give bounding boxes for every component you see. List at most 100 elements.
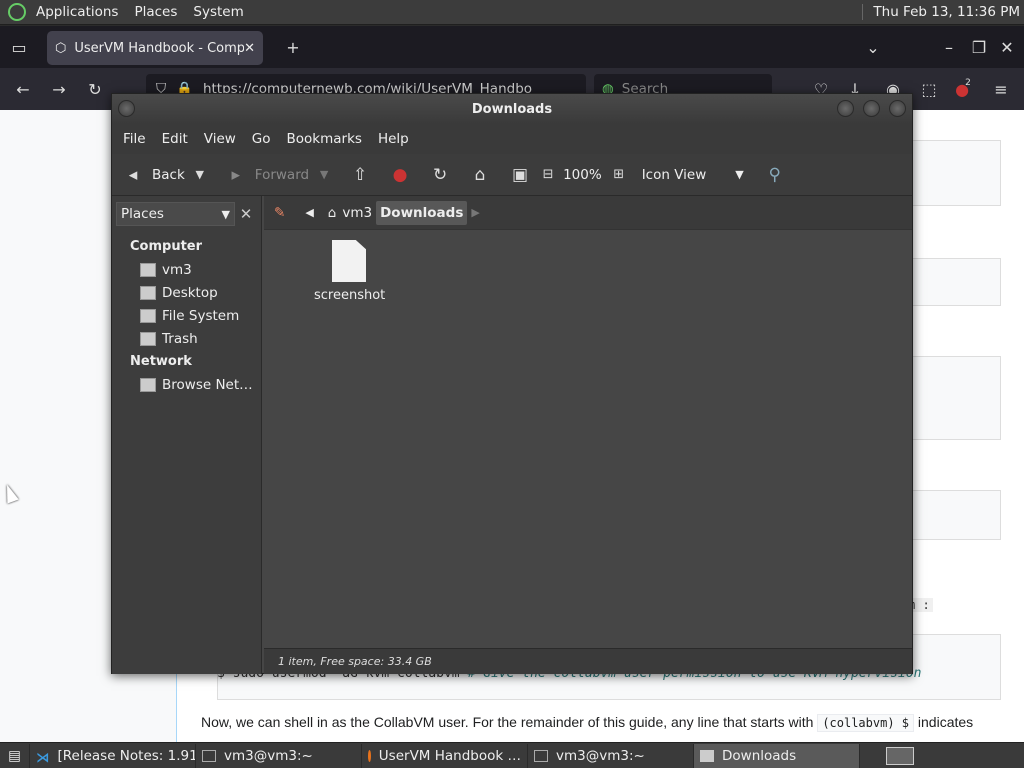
sidebar-item-label: vm3 (162, 261, 192, 278)
menu-help[interactable]: Help (370, 131, 417, 147)
sidebar-item-desktop[interactable]: Desktop (112, 281, 261, 304)
restore-icon[interactable]: ❐ (964, 32, 994, 62)
sidebar-item-vm3[interactable]: vm3 (112, 258, 261, 281)
show-desktop-button[interactable]: ▤ (0, 743, 30, 768)
back-button[interactable]: ◂ Back (118, 164, 189, 186)
reload-icon[interactable]: ↻ (429, 164, 451, 186)
close-window-icon[interactable] (889, 100, 906, 117)
search-icon[interactable]: ⚲ (764, 164, 786, 186)
window-title: Downloads (471, 101, 553, 117)
taskbar-item[interactable]: UserVM Handbook … (362, 743, 528, 768)
menu-go[interactable]: Go (244, 131, 279, 147)
tab-list-icon[interactable]: ▭ (4, 32, 34, 62)
tab-close-icon[interactable]: ✕ (244, 41, 255, 56)
forward-arrow-icon[interactable]: → (44, 74, 74, 104)
close-icon[interactable]: ✕ (992, 32, 1022, 62)
sidebar-item-trash[interactable]: Trash (112, 327, 261, 350)
path-crumb-vm3[interactable]: ⌂ vm3 (324, 201, 376, 225)
menu-bookmarks[interactable]: Bookmarks (279, 131, 370, 147)
path-crumb-label: vm3 (342, 204, 373, 221)
sidebar-item-file-system[interactable]: File System (112, 304, 261, 327)
clock[interactable]: Thu Feb 13, 11:36 PM (873, 4, 1024, 20)
sidebar-item-browse-network[interactable]: Browse Net… (112, 373, 261, 396)
taskbar-item-label: UserVM Handbook … (378, 747, 521, 764)
network-icon (140, 377, 156, 392)
hamburger-menu-icon[interactable]: ≡ (986, 74, 1016, 104)
back-arrow-icon[interactable]: ← (8, 74, 38, 104)
sidebar: Places ▼ ✕ Computer vm3 Desktop File Sys… (112, 196, 262, 674)
site-favicon-icon: ⬡ (55, 40, 67, 56)
ublock-icon[interactable]: ● 2 (948, 74, 978, 104)
file-icon-view[interactable]: screenshot (264, 230, 912, 648)
chevron-down-icon[interactable]: ⌄ (858, 32, 888, 62)
menu-edit[interactable]: Edit (154, 131, 196, 147)
file-manager-window: Downloads File Edit View Go Bookmarks He… (111, 93, 913, 674)
places-menu[interactable]: Places (126, 4, 185, 20)
trash-icon (140, 331, 156, 346)
minimize-window-icon[interactable] (837, 100, 854, 117)
sidebar-header: Places ▼ ✕ (116, 201, 257, 227)
edit-location-icon[interactable]: ✎ (270, 201, 289, 225)
forward-button[interactable]: ▸ Forward (221, 164, 313, 186)
sidebar-item-label: Desktop (162, 284, 218, 301)
show-desktop-icon: ▤ (8, 747, 21, 764)
home-folder-icon (140, 262, 156, 277)
paragraph-text-end: indicates (917, 714, 974, 730)
taskbar-item[interactable]: ⋊ [Release Notes: 1.91… (30, 743, 196, 768)
taskbar-item[interactable]: Downloads (694, 743, 860, 768)
window-menu-icon[interactable] (118, 100, 135, 117)
close-sidebar-icon[interactable]: ✕ (235, 203, 257, 225)
up-arrow-icon[interactable]: ⇧ (349, 164, 371, 186)
document-file-icon (332, 240, 366, 282)
minimize-icon[interactable]: – (934, 32, 964, 62)
taskbar-item-label: vm3@vm3:~ (556, 747, 645, 764)
vscode-icon: ⋊ (36, 749, 50, 766)
file-item[interactable]: screenshot (314, 240, 385, 303)
browser-tab[interactable]: ⬡ UserVM Handbook - Compu ✕ (47, 31, 263, 65)
terminal-icon (534, 749, 548, 762)
gnome-foot-icon[interactable] (8, 3, 26, 21)
back-history-dropdown-icon[interactable]: ▼ (189, 164, 211, 186)
applications-menu[interactable]: Applications (28, 4, 126, 20)
taskbar-item[interactable]: vm3@vm3:~ (528, 743, 694, 768)
sidebar-item-label: Trash (162, 330, 198, 347)
sidebar-item-label: File System (162, 307, 240, 324)
zoom-out-icon[interactable]: ⊟ (537, 164, 559, 186)
chevron-down-icon: ▼ (735, 168, 744, 181)
path-scroll-right-icon[interactable]: ▶ (467, 201, 483, 225)
forward-history-dropdown-icon[interactable]: ▼ (313, 164, 335, 186)
system-menu[interactable]: System (185, 4, 251, 20)
workspace-icon (886, 746, 914, 765)
places-select[interactable]: Places ▼ (116, 202, 235, 226)
extensions-icon[interactable]: ⬚ (914, 74, 944, 104)
menu-view[interactable]: View (196, 131, 244, 147)
desktop-folder-icon (140, 285, 156, 300)
taskbar-item-label: Downloads (722, 747, 797, 764)
firefox-icon (368, 749, 371, 762)
path-bar: ✎ ◀ ⌂ vm3 Downloads ▶ (264, 196, 912, 230)
top-panel: Applications Places System Thu Feb 13, 1… (0, 0, 1024, 25)
back-arrow-icon: ◂ (128, 164, 138, 185)
zoom-in-icon[interactable]: ⊞ (608, 164, 630, 186)
taskbar-item[interactable]: vm3@vm3:~ (196, 743, 362, 768)
window-titlebar[interactable]: Downloads (112, 94, 912, 124)
view-mode-select[interactable]: Icon View ▼ (638, 167, 748, 183)
path-scroll-left-icon[interactable]: ◀ (301, 201, 317, 225)
reload-icon[interactable]: ↻ (80, 74, 110, 104)
view-mode-label: Icon View (641, 166, 707, 183)
folder-icon (700, 749, 714, 762)
menu-bar: File Edit View Go Bookmarks Help (112, 124, 912, 154)
taskbar-item-label: [Release Notes: 1.91… (57, 747, 196, 764)
network-header: Network (130, 354, 192, 369)
menu-file[interactable]: File (115, 131, 154, 147)
taskbar: ▤ ⋊ [Release Notes: 1.91… vm3@vm3:~ User… (0, 742, 1024, 768)
toolbar: ◂ Back ▼ ▸ Forward ▼ ⇧ ● ↻ ⌂ ▣ ⊟ 100% ⊞ … (112, 154, 912, 196)
computer-icon[interactable]: ▣ (509, 164, 531, 186)
maximize-window-icon[interactable] (863, 100, 880, 117)
stop-icon[interactable]: ● (389, 164, 411, 186)
places-select-label: Places (121, 206, 164, 222)
workspace-switcher[interactable] (880, 744, 920, 768)
path-crumb-downloads[interactable]: Downloads (376, 200, 468, 225)
new-tab-icon[interactable]: + (278, 32, 308, 62)
home-folder-icon[interactable]: ⌂ (469, 164, 491, 186)
